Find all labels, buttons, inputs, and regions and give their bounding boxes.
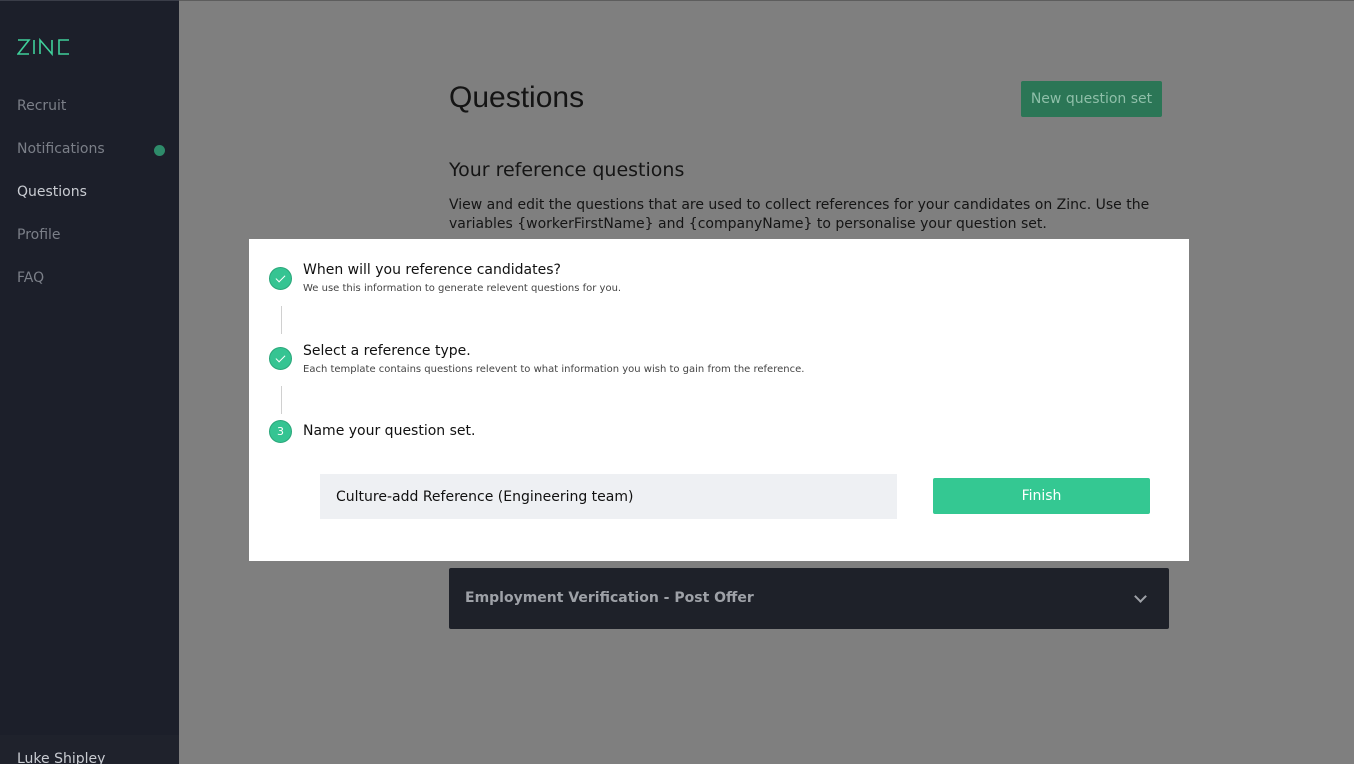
check-icon — [269, 267, 292, 290]
sidebar-item-recruit[interactable]: Recruit — [17, 98, 66, 114]
notification-dot — [154, 145, 165, 156]
sidebar: Recruit Notifications Questions Profile … — [0, 0, 179, 764]
finish-button[interactable]: Finish — [933, 478, 1150, 514]
question-set-name-input[interactable] — [320, 474, 897, 519]
section-title: Your reference questions — [449, 159, 685, 181]
step-1-title: When will you reference candidates? — [303, 262, 561, 278]
user-name: Luke Shipley — [17, 751, 106, 764]
step-number: 3 — [277, 425, 284, 438]
user-footer[interactable]: Luke Shipley — [0, 735, 179, 764]
new-question-set-button[interactable]: New question set — [1021, 81, 1162, 117]
step-1-subtitle: We use this information to generate rele… — [303, 283, 622, 294]
step-2-subtitle: Each template contains questions releven… — [303, 364, 805, 375]
zinc-logo-icon — [16, 37, 69, 57]
page-title: Questions — [449, 81, 585, 114]
sidebar-item-questions[interactable]: Questions — [17, 184, 87, 200]
accordion-label: Employment Verification - Post Offer — [465, 590, 754, 606]
sidebar-item-notifications[interactable]: Notifications — [17, 141, 105, 157]
zinc-logo[interactable] — [16, 37, 77, 61]
step-connector — [281, 306, 282, 334]
sidebar-item-profile[interactable]: Profile — [17, 227, 61, 243]
step-3-title: Name your question set. — [303, 423, 476, 439]
section-description: View and edit the questions that are use… — [449, 197, 1150, 232]
chevron-down-icon — [1134, 590, 1147, 603]
check-icon — [269, 347, 292, 370]
step-connector — [281, 386, 282, 414]
question-set-accordion[interactable]: Employment Verification - Post Offer — [449, 568, 1169, 629]
step-2-title: Select a reference type. — [303, 343, 471, 359]
new-question-set-modal: When will you reference candidates? We u… — [249, 239, 1189, 561]
sidebar-item-faq[interactable]: FAQ — [17, 270, 44, 286]
step-3-number-badge: 3 — [269, 420, 292, 443]
